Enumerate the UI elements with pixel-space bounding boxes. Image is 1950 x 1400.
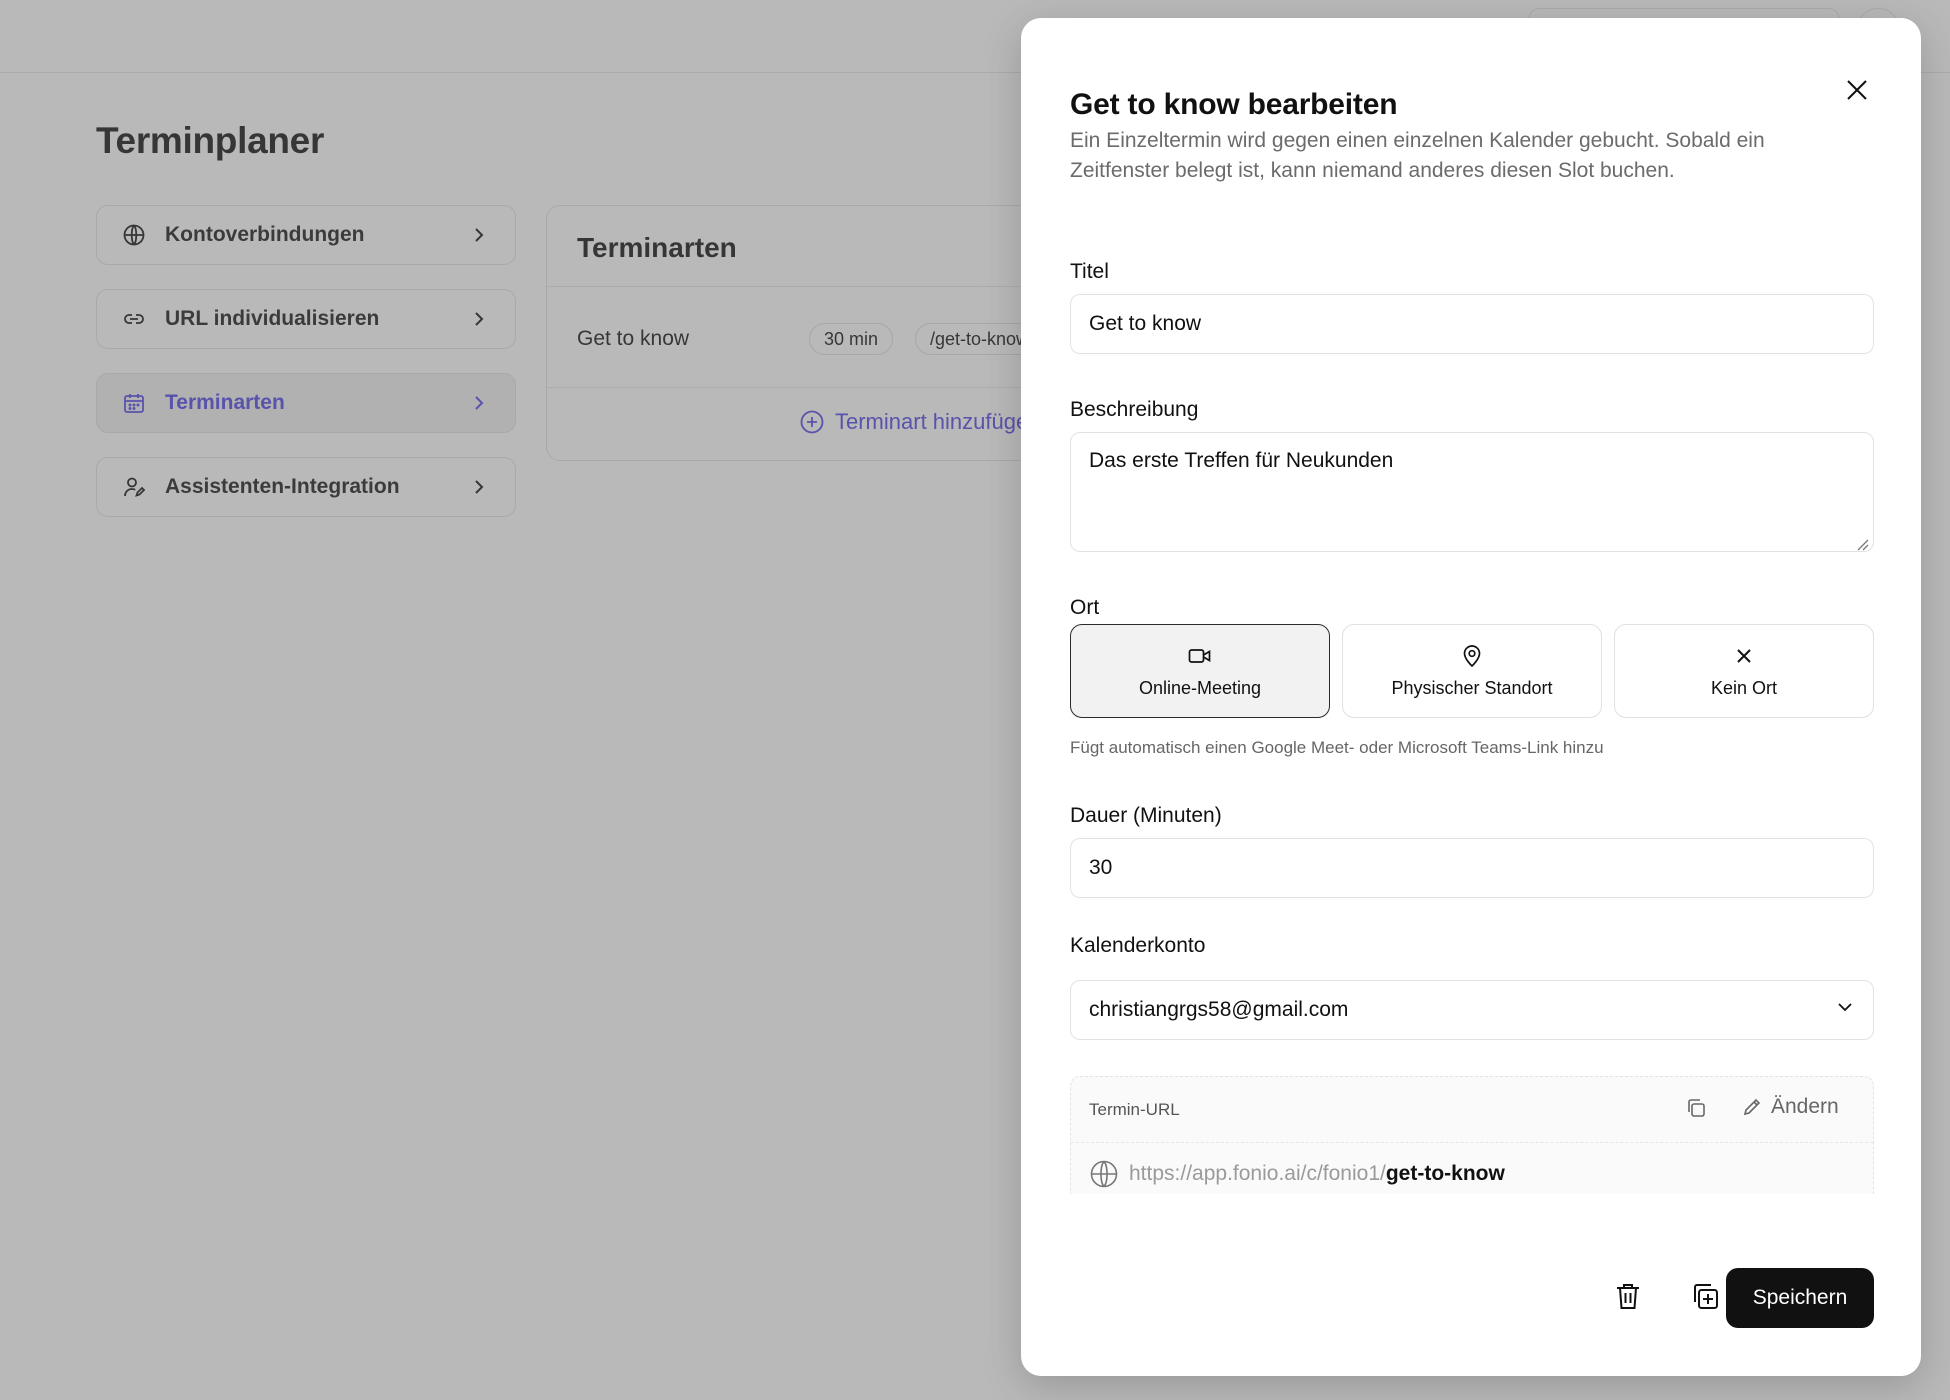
edit-url-label: Ändern [1771,1095,1839,1118]
duration-label: Dauer (Minuten) [1070,804,1222,827]
copy-url-button[interactable] [1683,1097,1709,1123]
appointment-url-box: Termin-URL Ändern https://app.fonio.ai/c… [1070,1076,1874,1194]
url-box-header: Termin-URL Ändern [1071,1077,1873,1143]
dialog-description: Ein Einzeltermin wird gegen einen einzel… [1070,129,1765,182]
resize-grip-icon[interactable] [1855,533,1869,551]
trash-icon [1614,1281,1642,1316]
location-option-label: Online-Meeting [1138,677,1262,698]
description-value: Das erste Treffen für Neukunden [1089,449,1394,472]
location-option-online-meeting[interactable]: Online-Meeting [1070,624,1330,718]
calendar-select[interactable]: christiangrgs58@gmail.com [1070,980,1874,1040]
title-label: Titel [1070,260,1109,283]
x-icon [1732,644,1756,668]
video-camera-icon [1188,644,1212,668]
description-label: Beschreibung [1070,398,1199,421]
url-row: https://app.fonio.ai/c/fonio1/get-to-kno… [1089,1159,1505,1189]
close-icon [1844,77,1870,108]
edit-url-button[interactable]: Ändern [1741,1095,1839,1119]
duplicate-icon [1690,1281,1720,1316]
globe-icon [1089,1159,1119,1189]
location-hint: Fügt automatisch einen Google Meet- oder… [1070,738,1604,757]
description-textarea[interactable]: Das erste Treffen für Neukunden [1070,432,1874,552]
pencil-icon [1741,1096,1763,1118]
duration-input[interactable]: 30 [1070,838,1874,898]
delete-button[interactable] [1604,1274,1652,1322]
dialog-footer: Speichern [1021,1268,1921,1328]
calendar-label: Kalenderkonto [1070,934,1206,957]
location-options: Online-Meeting Physischer Standort Kein … [1070,624,1874,718]
location-option-physical[interactable]: Physischer Standort [1342,624,1602,718]
calendar-value: christiangrgs58@gmail.com [1089,998,1349,1021]
location-label: Ort [1070,596,1100,619]
copy-icon [1685,1097,1707,1124]
duplicate-button[interactable] [1681,1274,1729,1322]
chevron-down-icon [1835,997,1855,1023]
url-base: https://app.fonio.ai/c/fonio1/ [1129,1162,1386,1185]
edit-type-dialog: Get to know bearbeiten Ein Einzeltermin … [1021,18,1921,1376]
save-button[interactable]: Speichern [1726,1268,1874,1328]
dialog-title: Get to know bearbeiten [1070,88,1398,121]
close-button[interactable] [1839,74,1875,110]
location-option-label: Physischer Standort [1391,677,1553,698]
url-label: Termin-URL [1089,1100,1180,1119]
map-pin-icon [1460,644,1484,668]
location-option-label: Kein Ort [1710,677,1778,698]
location-option-none[interactable]: Kein Ort [1614,624,1874,718]
title-input[interactable]: Get to know [1070,294,1874,354]
url-slug: get-to-know [1385,1162,1505,1185]
